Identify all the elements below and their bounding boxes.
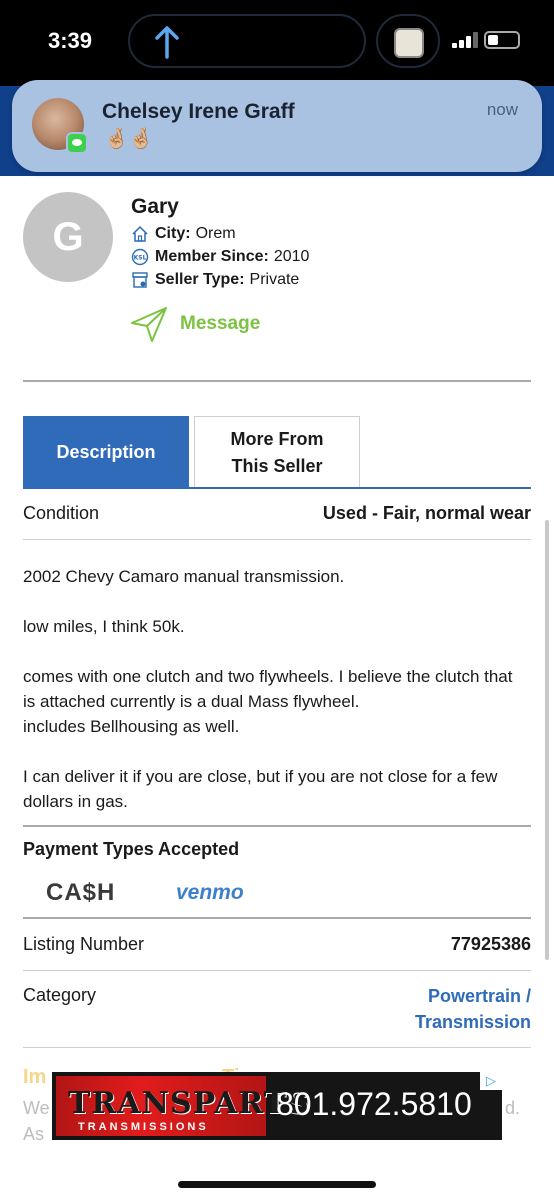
category-link[interactable]: Powertrain / Transmission	[415, 983, 531, 1035]
svg-text:KSL: KSL	[134, 255, 147, 262]
description-paragraph: 2002 Chevy Camaro manual transmission.	[23, 567, 345, 586]
safety-tips-text: We	[23, 1098, 50, 1118]
member-value: 2010	[273, 248, 310, 265]
ad-subtitle: TRANSMISSIONS	[78, 1121, 209, 1133]
tab-more-label: More From This Seller	[230, 428, 324, 476]
row-divider	[23, 539, 531, 540]
battery-icon	[484, 31, 520, 49]
safety-tips-text: As	[23, 1124, 45, 1144]
home-icon	[132, 225, 148, 242]
dynamic-island[interactable]	[128, 14, 366, 68]
seller-avatar: G	[23, 192, 113, 282]
seller-member-since: KSL Member Since: 2010	[131, 246, 309, 268]
tab-description[interactable]: Description	[23, 416, 189, 488]
messages-app-icon	[66, 132, 88, 154]
cash-payment-logo: CA$H	[46, 879, 116, 906]
condition-label: Condition	[23, 503, 100, 523]
seller-name[interactable]: Gary	[131, 195, 179, 219]
type-value: Private	[249, 271, 300, 288]
ksl-badge-icon: KSL	[131, 248, 149, 266]
category-label: Category	[23, 985, 97, 1005]
live-activity-app-icon[interactable]	[376, 14, 440, 68]
ad-logo-panel: TRANSPARTS TRANSMISSIONS	[56, 1076, 309, 1136]
ad-banner[interactable]: TRANSPARTS TRANSMISSIONS 801.972.5810 ▷	[52, 1072, 502, 1140]
app-thumbnail-icon	[394, 28, 424, 58]
city-value: Orem	[195, 225, 236, 242]
home-indicator[interactable]	[178, 1181, 376, 1188]
condition-value: Used - Fair, normal wear	[322, 503, 531, 523]
safety-tips-text-end: d.	[505, 1098, 521, 1118]
seller-type: Seller Type: Private	[131, 269, 299, 291]
cellular-signal-icon	[452, 32, 478, 48]
venmo-payment-logo: venmo	[176, 881, 244, 904]
upload-arrow-icon	[155, 26, 179, 59]
section-divider	[23, 380, 531, 382]
ad-brand: TRANSPARTS	[68, 1086, 310, 1121]
message-button[interactable]: Message	[130, 305, 260, 343]
listing-number-label: Listing Number	[23, 934, 145, 954]
listing-number-value: 77925386	[450, 934, 531, 954]
message-label: Message	[180, 313, 261, 334]
tab-underline	[23, 487, 531, 489]
row-divider	[23, 1047, 531, 1048]
notification-sender: Chelsey Irene Graff	[102, 100, 295, 123]
scrollbar[interactable]	[545, 520, 549, 960]
message-notification[interactable]: Chelsey Irene Graff 🤞🏼🤞🏼 now	[12, 80, 542, 172]
member-label: Member Since:	[155, 248, 269, 265]
status-time: 3:39	[48, 28, 93, 53]
description-paragraph: I can deliver it if you are close, but i…	[23, 767, 498, 811]
payment-types-title: Payment Types Accepted	[23, 839, 240, 859]
type-label: Seller Type:	[155, 271, 245, 288]
safety-tips-title: Im	[23, 1066, 47, 1088]
send-icon	[131, 307, 167, 342]
description-paragraph: comes with one clutch and two flywheels.…	[23, 667, 513, 711]
notification-time: now	[486, 100, 518, 119]
city-label: City:	[155, 225, 191, 242]
description-paragraph: low miles, I think 50k.	[23, 617, 185, 636]
seller-city: City: Orem	[131, 223, 236, 245]
store-icon	[132, 272, 148, 288]
tab-description-label: Description	[56, 441, 156, 462]
ad-phone-number: 801.972.5810	[276, 1086, 472, 1122]
adchoices-icon[interactable]: ▷	[480, 1072, 502, 1090]
tab-more-from-seller[interactable]: More From This Seller	[194, 416, 360, 488]
row-divider	[23, 970, 531, 971]
section-divider	[23, 825, 531, 827]
notification-message: 🤞🏼🤞🏼	[104, 128, 154, 150]
description-paragraph: includes Bellhousing as well.	[23, 717, 240, 736]
section-divider	[23, 917, 531, 919]
